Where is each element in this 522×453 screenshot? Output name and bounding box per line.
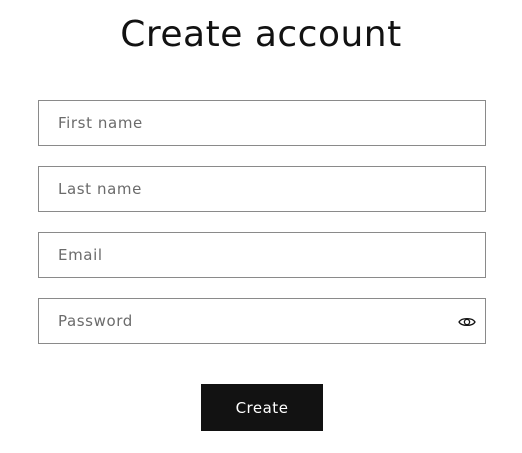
last-name-input[interactable] xyxy=(39,167,485,211)
email-input[interactable] xyxy=(39,233,485,277)
password-field[interactable] xyxy=(38,298,486,344)
page-title: Create account xyxy=(120,14,402,55)
create-button[interactable]: Create xyxy=(201,384,323,431)
eye-icon[interactable] xyxy=(457,312,477,332)
password-input[interactable] xyxy=(39,299,485,343)
email-field[interactable] xyxy=(38,232,486,278)
first-name-input[interactable] xyxy=(39,101,485,145)
first-name-field[interactable] xyxy=(38,100,486,146)
last-name-field[interactable] xyxy=(38,166,486,212)
eye-icon-graphic xyxy=(458,317,476,327)
